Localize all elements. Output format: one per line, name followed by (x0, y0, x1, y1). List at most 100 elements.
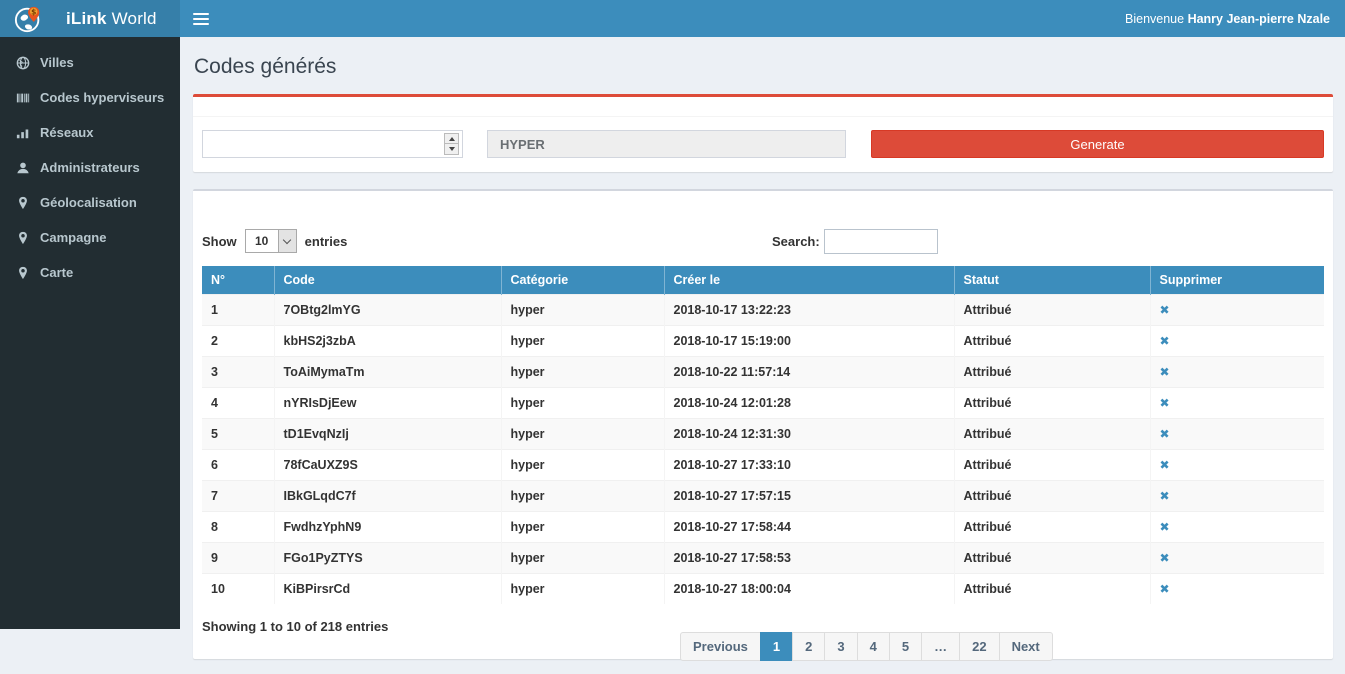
logo-area[interactable]: $ iLink World (0, 0, 180, 37)
pagination-1[interactable]: 1 (760, 632, 793, 661)
delete-icon[interactable]: ✖ (1160, 365, 1170, 379)
delete-icon[interactable]: ✖ (1160, 520, 1170, 534)
sidebar-item-codes-hyperviseurs[interactable]: Codes hyperviseurs (0, 80, 180, 115)
status-value: Attribué (954, 481, 1150, 512)
created-date: 2018-10-17 13:22:23 (664, 295, 954, 326)
created-date: 2018-10-22 11:57:14 (664, 357, 954, 388)
barcode-icon (15, 90, 31, 106)
sidebar-item-campagne[interactable]: Campagne (0, 220, 180, 255)
category-value: hyper (501, 512, 664, 543)
pagination-3[interactable]: 3 (824, 632, 857, 661)
column-header-statut[interactable]: Statut (954, 266, 1150, 295)
status-value: Attribué (954, 543, 1150, 574)
pagination-2[interactable]: 2 (792, 632, 825, 661)
created-date: 2018-10-27 17:58:53 (664, 543, 954, 574)
code-value: nYRIsDjEew (274, 388, 501, 419)
table-row: 7 IBkGLqdC7f hyper 2018-10-27 17:57:15 A… (202, 481, 1324, 512)
user-icon (15, 160, 31, 176)
pagination--[interactable]: … (921, 632, 960, 661)
generator-box-header (193, 97, 1333, 117)
created-date: 2018-10-27 17:58:44 (664, 512, 954, 543)
row-number: 9 (202, 543, 274, 574)
row-number: 10 (202, 574, 274, 605)
created-date: 2018-10-27 18:00:04 (664, 574, 954, 605)
row-number: 3 (202, 357, 274, 388)
svg-text:$: $ (31, 7, 36, 16)
sidebar-item-administrateurs[interactable]: Administrateurs (0, 150, 180, 185)
column-header-numero[interactable]: N° (202, 266, 274, 295)
created-date: 2018-10-24 12:01:28 (664, 388, 954, 419)
pagination-5[interactable]: 5 (889, 632, 922, 661)
table-row: 9 FGo1PyZTYS hyper 2018-10-27 17:58:53 A… (202, 543, 1324, 574)
pagination-next[interactable]: Next (999, 632, 1053, 661)
map-marker-icon (15, 265, 31, 281)
column-header-creer-le[interactable]: Créer le (664, 266, 954, 295)
category-value: hyper (501, 574, 664, 605)
delete-icon[interactable]: ✖ (1160, 551, 1170, 565)
sidebar-item-r-seaux[interactable]: Réseaux (0, 115, 180, 150)
created-date: 2018-10-17 15:19:00 (664, 326, 954, 357)
globe-icon (15, 55, 31, 71)
sidebar-item-carte[interactable]: Carte (0, 255, 180, 290)
page-length-value: 10 (246, 230, 278, 252)
delete-icon[interactable]: ✖ (1160, 427, 1170, 441)
show-label: Show (202, 234, 237, 249)
code-value: 7OBtg2lmYG (274, 295, 501, 326)
created-date: 2018-10-27 17:33:10 (664, 450, 954, 481)
created-date: 2018-10-24 12:31:30 (664, 419, 954, 450)
chevron-down-icon (278, 230, 296, 252)
row-number: 5 (202, 419, 274, 450)
row-number: 4 (202, 388, 274, 419)
sidebar-item-villes[interactable]: Villes (0, 45, 180, 80)
code-value: kbHS2j3zbA (274, 326, 501, 357)
table-row: 1 7OBtg2lmYG hyper 2018-10-17 13:22:23 A… (202, 295, 1324, 326)
brand-title: iLink World (66, 9, 157, 29)
sidebar-nav: Villes Codes hyperviseurs Réseaux Admini… (0, 37, 180, 629)
pagination: Previous12345…22Next (680, 632, 1053, 661)
quantity-input[interactable] (202, 130, 463, 158)
category-value: hyper (501, 326, 664, 357)
delete-icon[interactable]: ✖ (1160, 582, 1170, 596)
code-generator-box: Generate (193, 94, 1333, 172)
status-value: Attribué (954, 326, 1150, 357)
code-value: FGo1PyZTYS (274, 543, 501, 574)
pagination-22[interactable]: 22 (959, 632, 999, 661)
sidebar-toggle-icon[interactable] (193, 10, 209, 28)
code-value: tD1EvqNzIj (274, 419, 501, 450)
codes-table: N° Code Catégorie Créer le Statut Suppri… (202, 266, 1324, 604)
row-number: 2 (202, 326, 274, 357)
table-row: 3 ToAiMymaTm hyper 2018-10-22 11:57:14 A… (202, 357, 1324, 388)
stepper-up-icon[interactable] (445, 134, 458, 144)
status-value: Attribué (954, 388, 1150, 419)
delete-icon[interactable]: ✖ (1160, 396, 1170, 410)
code-value: FwdhzYphN9 (274, 512, 501, 543)
delete-icon[interactable]: ✖ (1160, 489, 1170, 503)
status-value: Attribué (954, 574, 1150, 605)
pagination-previous[interactable]: Previous (680, 632, 761, 661)
created-date: 2018-10-27 17:57:15 (664, 481, 954, 512)
column-header-code[interactable]: Code (274, 266, 501, 295)
pagination-4[interactable]: 4 (857, 632, 890, 661)
category-value: hyper (501, 295, 664, 326)
category-value: hyper (501, 543, 664, 574)
status-value: Attribué (954, 295, 1150, 326)
quantity-stepper[interactable] (444, 133, 459, 155)
category-value: hyper (501, 357, 664, 388)
sidebar-item-g-olocalisation[interactable]: Géolocalisation (0, 185, 180, 220)
top-navbar: $ iLink World Bienvenue Hanry Jean-pierr… (0, 0, 1345, 37)
generate-button[interactable]: Generate (871, 130, 1324, 158)
row-number: 7 (202, 481, 274, 512)
column-header-categorie[interactable]: Catégorie (501, 266, 664, 295)
search-input[interactable] (824, 229, 938, 254)
category-value: hyper (501, 419, 664, 450)
delete-icon[interactable]: ✖ (1160, 334, 1170, 348)
delete-icon[interactable]: ✖ (1160, 303, 1170, 317)
code-value: IBkGLqdC7f (274, 481, 501, 512)
delete-icon[interactable]: ✖ (1160, 458, 1170, 472)
column-header-supprimer[interactable]: Supprimer (1150, 266, 1324, 295)
stepper-down-icon[interactable] (445, 144, 458, 154)
page-title: Codes générés (194, 55, 1333, 79)
code-value: 78fCaUXZ9S (274, 450, 501, 481)
code-value: ToAiMymaTm (274, 357, 501, 388)
page-length-select[interactable]: 10 (245, 229, 297, 253)
